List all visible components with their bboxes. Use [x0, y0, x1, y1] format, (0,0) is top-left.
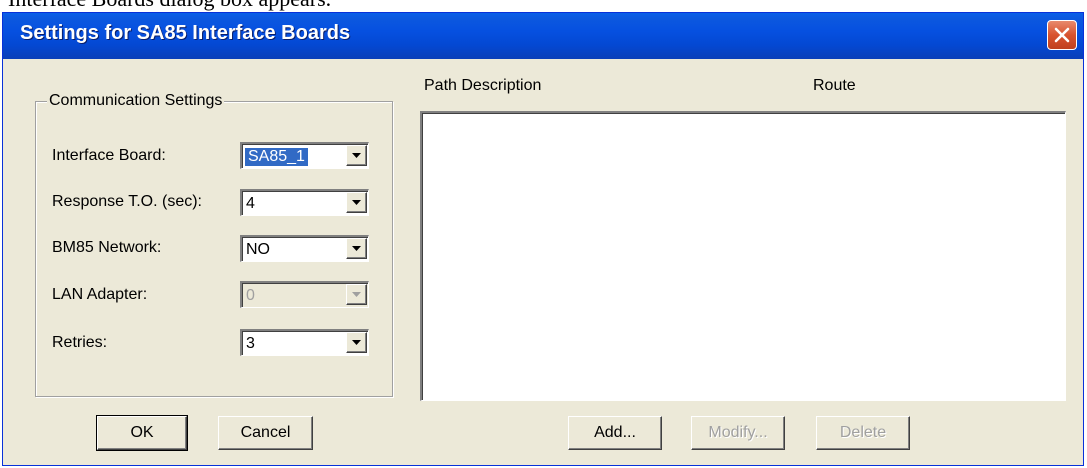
column-header-path-description: Path Description	[424, 77, 542, 94]
bm85-network-select[interactable]: NO	[240, 235, 369, 262]
document-caption: Interface Boards dialog box appears.	[8, 0, 331, 12]
chevron-down-icon	[352, 340, 361, 345]
cancel-button[interactable]: Cancel	[218, 416, 313, 450]
chevron-down-icon	[352, 246, 361, 251]
window-title: Settings for SA85 Interface Boards	[20, 22, 351, 44]
communication-settings-legend: Communication Settings	[47, 92, 225, 110]
response-timeout-select[interactable]: 4	[240, 189, 369, 216]
interface-board-label: Interface Board:	[52, 147, 166, 164]
lan-adapter-value: 0	[246, 287, 255, 304]
interface-board-value: SA85_1	[245, 148, 308, 166]
retries-select[interactable]: 3	[240, 329, 369, 356]
close-button[interactable]	[1047, 20, 1077, 50]
interface-board-select[interactable]: SA85_1	[240, 142, 369, 169]
lan-adapter-dropdown-button	[346, 284, 367, 305]
bm85-network-label: BM85 Network:	[52, 239, 162, 256]
close-icon	[1054, 27, 1070, 43]
title-bar[interactable]: Settings for SA85 Interface Boards	[3, 13, 1083, 59]
chevron-down-icon	[352, 153, 361, 158]
delete-button: Delete	[816, 416, 910, 450]
lan-adapter-select: 0	[240, 281, 369, 308]
response-timeout-value: 4	[246, 195, 255, 212]
chevron-down-icon	[352, 200, 361, 205]
retries-value: 3	[246, 335, 255, 352]
modify-button: Modify...	[691, 416, 785, 450]
response-timeout-label: Response T.O. (sec):	[52, 193, 202, 210]
path-list[interactable]	[420, 111, 1066, 401]
column-header-route: Route	[813, 77, 856, 94]
retries-label: Retries:	[52, 334, 108, 351]
bm85-network-value: NO	[246, 241, 270, 258]
response-timeout-dropdown-button[interactable]	[346, 192, 367, 213]
interface-board-dropdown-button[interactable]	[346, 145, 367, 166]
add-button[interactable]: Add...	[568, 416, 662, 450]
retries-dropdown-button[interactable]	[346, 332, 367, 353]
settings-dialog: Settings for SA85 Interface Boards Commu…	[2, 12, 1084, 466]
lan-adapter-label: LAN Adapter:	[52, 286, 148, 303]
bm85-network-dropdown-button[interactable]	[346, 238, 367, 259]
ok-button[interactable]: OK	[96, 415, 188, 451]
chevron-down-icon	[352, 292, 361, 297]
